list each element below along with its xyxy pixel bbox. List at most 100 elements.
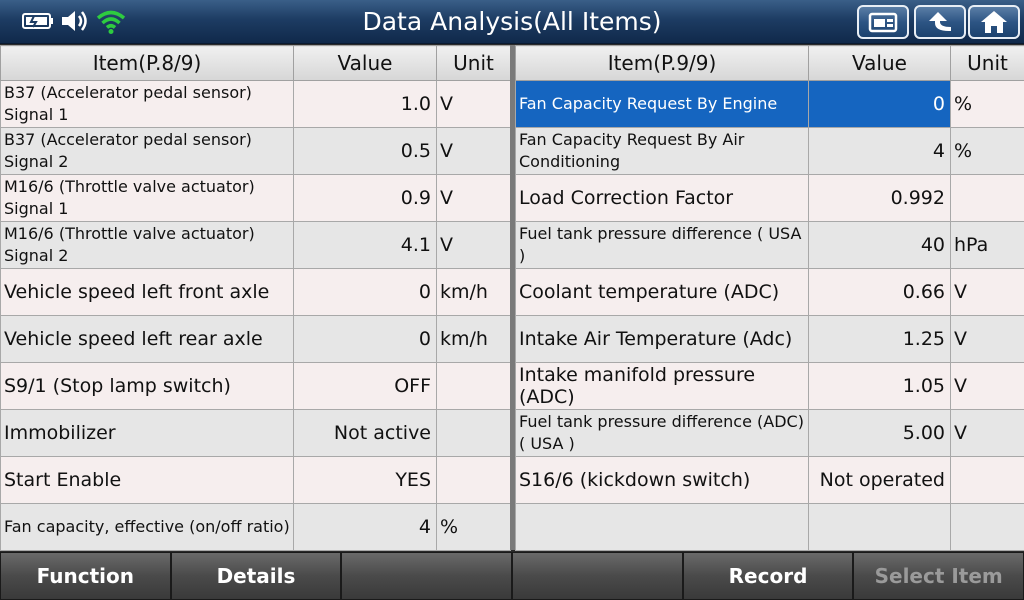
table-row[interactable]: [515, 503, 1024, 551]
item-name: M16/6 (Throttle valve actuator) Signal 2: [0, 221, 294, 269]
select-item-button[interactable]: Select Item: [853, 552, 1024, 600]
table-row[interactable]: S16/6 (kickdown switch) Not operated: [515, 456, 1024, 504]
item-name-line1: Coolant temperature (ADC): [519, 281, 780, 303]
item-name-line1: Vehicle speed left front axle: [4, 281, 270, 303]
table-row[interactable]: Vehicle speed left front axle 0 km/h: [0, 268, 511, 316]
item-value: 4.1: [293, 221, 437, 269]
item-name: B37 (Accelerator pedal sensor) Signal 1: [0, 80, 294, 128]
item-name-line1: Load Correction Factor: [519, 187, 734, 209]
item-unit: V: [436, 221, 511, 269]
item-unit: V: [950, 362, 1024, 410]
table-row[interactable]: Start Enable YES: [0, 456, 511, 504]
item-name-line1: B37 (Accelerator pedal sensor): [4, 130, 252, 149]
item-name-line1: Fan Capacity Request By Air: [519, 130, 745, 149]
item-value: 4: [293, 503, 437, 551]
item-value: 1.0: [293, 80, 437, 128]
details-button[interactable]: Details: [170, 552, 342, 600]
item-name-line1: Fan capacity, effective (on/off ratio): [4, 517, 290, 536]
function-button[interactable]: Function: [0, 552, 171, 600]
item-value: 1.05: [808, 362, 951, 410]
bottom-toolbar: Function Details Record Select Item: [0, 552, 1024, 600]
item-name-line1: Intake manifold pressure (ADC): [519, 364, 756, 408]
item-value: Not active: [293, 409, 437, 457]
item-name-line1: M16/6 (Throttle valve actuator): [4, 224, 255, 243]
item-unit: V: [436, 127, 511, 175]
item-name: Immobilizer: [0, 409, 294, 457]
item-name-line1: Fan Capacity Request By Engine: [519, 94, 778, 113]
item-unit: V: [950, 268, 1024, 316]
table-row[interactable]: Intake manifold pressure (ADC) 1.05 V: [515, 362, 1024, 410]
item-unit: [436, 362, 511, 410]
table-row[interactable]: S9/1 (Stop lamp switch) OFF: [0, 362, 511, 410]
table-row[interactable]: B37 (Accelerator pedal sensor) Signal 2 0.…: [0, 127, 511, 175]
back-arrow-icon: [929, 12, 951, 31]
item-value: 0: [808, 80, 951, 128]
item-name: Coolant temperature (ADC): [515, 268, 809, 316]
right-data-table: Item(P.9/9) Value Unit Fan Capacity Requ…: [515, 45, 1024, 551]
item-value: 0.5: [293, 127, 437, 175]
item-name-line2: Signal 2: [4, 246, 69, 265]
item-value: 0.9: [293, 174, 437, 222]
item-name-line1: M16/6 (Throttle valve actuator): [4, 177, 255, 196]
item-name-line2: ( USA ): [519, 434, 575, 453]
item-unit: [436, 456, 511, 504]
item-unit: hPa: [950, 221, 1024, 269]
item-name: Start Enable: [0, 456, 294, 504]
item-unit: %: [950, 127, 1024, 175]
item-name: Fan Capacity Request By Air Conditioning: [515, 127, 809, 175]
item-name: [515, 503, 809, 551]
table-row[interactable]: M16/6 (Throttle valve actuator) Signal 1 0…: [0, 174, 511, 222]
item-name-line1: Immobilizer: [4, 422, 116, 444]
item-unit: V: [950, 409, 1024, 457]
item-name-line2: Signal 1: [4, 105, 69, 124]
table-row[interactable]: Fuel tank pressure difference (ADC) ( USA…: [515, 409, 1024, 457]
table-row[interactable]: Fuel tank pressure difference ( USA) 40 hP…: [515, 221, 1024, 269]
camera-card-icon: [868, 12, 898, 33]
table-row[interactable]: Intake Air Temperature (Adc) 1.25 V: [515, 315, 1024, 363]
item-name-line1: Start Enable: [4, 469, 122, 491]
item-name: Fuel tank pressure difference (ADC) ( USA…: [515, 409, 809, 457]
item-name: Fan Capacity Request By Engine: [515, 80, 809, 128]
left-data-panel: Item(P.8/9) Value Unit B37 (Accelerator …: [0, 45, 511, 551]
item-column-header: Item(P.9/9): [515, 45, 809, 81]
unit-column-header: Unit: [436, 45, 511, 81]
home-icon: [981, 11, 1007, 33]
back-button[interactable]: [914, 5, 966, 39]
item-value: 1.25: [808, 315, 951, 363]
table-row[interactable]: Fan capacity, effective (on/off ratio) 4%: [0, 503, 511, 551]
item-name: Load Correction Factor: [515, 174, 809, 222]
table-row[interactable]: Coolant temperature (ADC) 0.66 V: [515, 268, 1024, 316]
table-row[interactable]: Fan Capacity Request By Engine 0%: [515, 80, 1024, 128]
value-column-header: Value: [293, 45, 437, 81]
item-value: Not operated: [808, 456, 951, 504]
empty-button-4[interactable]: [512, 552, 683, 600]
table-row[interactable]: Fan Capacity Request By Air Conditioning 4…: [515, 127, 1024, 175]
table-row[interactable]: Immobilizer Not active: [0, 409, 511, 457]
unit-column-header: Unit: [950, 45, 1024, 81]
value-column-header: Value: [808, 45, 951, 81]
table-row[interactable]: Vehicle speed left rear axle 0 km/h: [0, 315, 511, 363]
empty-button-3[interactable]: [341, 552, 513, 600]
item-value: 0: [293, 315, 437, 363]
item-unit: km/h: [436, 268, 511, 316]
item-name-line2: Conditioning: [519, 152, 621, 171]
item-unit: [950, 456, 1024, 504]
item-name-line2: Signal 1: [4, 199, 69, 218]
item-unit: [436, 409, 511, 457]
screenshot-button[interactable]: [857, 5, 909, 39]
item-name-line1: S9/1 (Stop lamp switch): [4, 375, 231, 397]
item-name: Intake Air Temperature (Adc): [515, 315, 809, 363]
item-name-line1: Fuel tank pressure difference ( USA: [519, 224, 802, 243]
item-name: Vehicle speed left rear axle: [0, 315, 294, 363]
table-row[interactable]: B37 (Accelerator pedal sensor) Signal 1 1.…: [0, 80, 511, 128]
item-value: YES: [293, 456, 437, 504]
item-value: 40: [808, 221, 951, 269]
item-name: S9/1 (Stop lamp switch): [0, 362, 294, 410]
home-button[interactable]: [968, 5, 1020, 39]
item-name: Fuel tank pressure difference ( USA): [515, 221, 809, 269]
item-name-line2: Signal 2: [4, 152, 69, 171]
table-row[interactable]: M16/6 (Throttle valve actuator) Signal 2 4…: [0, 221, 511, 269]
item-name-line1: S16/6 (kickdown switch): [519, 469, 751, 491]
table-row[interactable]: Load Correction Factor 0.992: [515, 174, 1024, 222]
record-button[interactable]: Record: [682, 552, 854, 600]
